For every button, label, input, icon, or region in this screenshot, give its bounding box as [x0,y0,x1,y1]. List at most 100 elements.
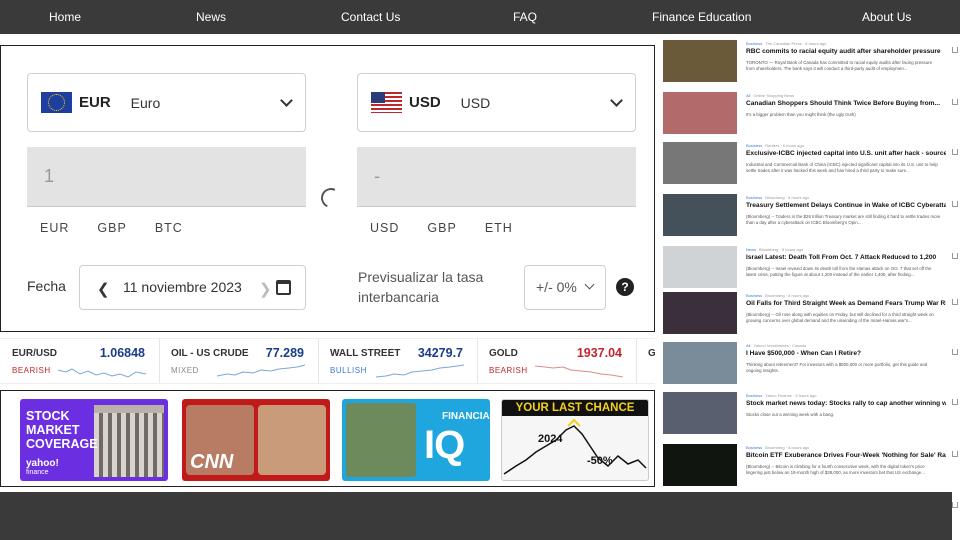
quick-currency-button[interactable]: GBP [97,221,126,235]
news-meta: Business Bloomberg · 8 hours ago [746,293,810,298]
news-meta: Business Bloomberg · 8 hours ago [746,195,810,200]
news-image [663,392,737,434]
quick-currency-button[interactable]: BTC [155,221,183,235]
share-icon[interactable] [952,149,958,155]
market-chart-image [503,418,647,475]
thumbnail-percent: -50% [587,455,613,467]
news-item[interactable]: Business Reuters · 6 hours ago Exclusive-… [663,142,960,186]
nav-about-us[interactable]: About Us [862,10,911,24]
nav-contact-us[interactable]: Contact Us [341,10,400,24]
thumbnail-title: IQ [424,423,465,467]
share-icon[interactable] [952,349,958,355]
chevron-down-icon [280,94,293,107]
ticker-price: 1937.04 [576,346,622,360]
news-title[interactable]: Israel Latest: Death Toll From Oct. 7 At… [746,254,946,261]
news-image [663,142,737,184]
news-title[interactable]: Oil Falls for Third Straight Week as Dem… [746,300,946,307]
market-ticker: EUR/USD 1.06848 BEARISH OIL - US CRUDE 7… [0,338,655,384]
rate-margin-select[interactable]: +/- 0% [524,265,606,310]
share-icon[interactable] [952,201,958,207]
yahoo-finance-logo: yahoo! finance [26,458,59,477]
news-meta: Business Yahoo Finance · 6 hours ago [746,393,817,398]
date-label: Fecha [27,278,66,294]
news-item[interactable]: All Yahoo! Investments · Canada I Have $5… [663,342,960,386]
news-meta: Business Reuters · 6 hours ago [746,143,804,148]
news-item[interactable]: News Bloomberg · 8 hours ago Israel Lates… [663,246,960,290]
news-summary: TORONTO — Royal Bank of Canada has commi… [746,60,933,71]
ticker-trend: BEARISH [12,366,51,375]
share-icon[interactable] [952,253,958,259]
ticker-trend: BULLISH [330,366,367,375]
news-title[interactable]: Exclusive-ICBC injected capital into U.S… [746,150,946,157]
news-summary: (Bloomberg) -- Israel revised down its d… [746,266,932,277]
news-summary: It's a bigger problem than you might thi… [746,112,856,117]
news-title[interactable]: Canadian Shoppers Should Think Twice Bef… [746,100,946,107]
news-image [663,40,737,82]
previous-date-button[interactable]: ❮ [97,280,110,298]
nav-news[interactable]: News [196,10,226,24]
news-image [663,342,737,384]
news-title[interactable]: RBC commits to racial equity audit after… [746,48,946,55]
news-title[interactable]: Stock market news today: Stocks rally to… [746,400,946,407]
share-icon[interactable] [952,399,958,405]
sparkline-icon [217,364,306,377]
news-summary: Stocks close out a winning week with a b… [746,412,835,417]
help-icon[interactable]: ? [616,278,634,296]
news-image [663,194,737,236]
news-summary: Thinking about retirement? For investors… [746,362,928,373]
video-thumbnail[interactable]: FINANCIAL IQ [342,399,490,481]
news-title[interactable]: Bitcoin ETF Exuberance Drives Four-Week … [746,452,946,459]
dollar-bill-image [346,403,416,477]
news-item[interactable]: Business Bloomberg · 8 hours ago Oil Fall… [663,292,960,336]
news-item[interactable]: Business Bloomberg · 8 hours ago Treasury… [663,194,960,238]
share-icon[interactable] [952,99,958,105]
quick-currency-button[interactable]: ETH [485,221,513,235]
ticker-item[interactable]: GOLD 1937.04 BEARISH [477,339,637,383]
share-icon[interactable] [952,502,958,508]
video-thumbnail[interactable]: STOCK MARKET COVERAGE yahoo! finance [20,399,168,481]
ticker-trend: MIXED [171,366,199,375]
news-image [663,444,737,486]
share-icon[interactable] [952,299,958,305]
from-currency-code: EUR [79,94,111,111]
date-picker[interactable]: ❮ 11 noviembre 2023 ❯ [79,265,306,310]
news-item[interactable]: Business Yahoo Finance · 6 hours ago Stoc… [663,392,960,436]
video-thumbnail[interactable]: CNN [182,399,330,481]
news-image [663,246,737,288]
news-summary: (Bloomberg) -- Traders in the $26 trilli… [746,214,941,225]
quick-currency-button[interactable]: GBP [427,221,456,235]
to-currency-code: USD [409,94,441,111]
ticker-item[interactable]: GB [636,339,655,383]
next-date-button[interactable]: ❯ [259,280,272,298]
ticker-name: GB [648,348,655,359]
ticker-item[interactable]: WALL STREET 34279.7 BULLISH [318,339,478,383]
video-thumbnail[interactable]: YOUR LAST CHANCE 2024 -50% [501,399,649,481]
ticker-item[interactable]: EUR/USD 1.06848 BEARISH [0,339,160,383]
share-icon[interactable] [952,451,958,457]
nav-finance-education[interactable]: Finance Education [652,10,751,24]
share-icon[interactable] [952,47,958,53]
to-amount-output: - [357,147,636,207]
news-title[interactable]: Treasury Settlement Delays Continue in W… [746,202,946,209]
news-meta: Business Bloomberg · 8 hours ago [746,445,810,450]
news-title[interactable]: I Have $500,000 - When Can I Retire? [746,350,946,357]
quick-currency-button[interactable]: EUR [40,221,69,235]
quick-currency-button[interactable]: USD [370,221,399,235]
to-currency-name: USD [460,94,491,111]
eu-flag-icon [41,92,72,113]
from-currency-select[interactable]: EUR Euro [27,73,306,132]
news-item[interactable]: Business The Canadian Press · 6 hours ago… [663,40,960,84]
from-amount-input[interactable]: 1 [27,147,306,207]
footer-bar [0,492,952,540]
stock-exchange-image [94,405,164,477]
thumbnail-title: FINANCIAL [442,411,490,422]
news-item[interactable]: All Online Shopping News Canadian Shopper… [663,92,960,136]
ticker-item[interactable]: OIL - US CRUDE 77.289 MIXED [159,339,319,383]
to-currency-select[interactable]: USD USD [357,73,636,132]
nav-home[interactable]: Home [49,10,81,24]
nav-faq[interactable]: FAQ [513,10,537,24]
calendar-icon[interactable] [276,280,291,295]
news-meta: All Yahoo! Investments · Canada [746,343,807,348]
news-meta: News Bloomberg · 8 hours ago [746,247,804,252]
news-item[interactable]: Business Bloomberg · 8 hours ago Bitcoin … [663,444,960,488]
